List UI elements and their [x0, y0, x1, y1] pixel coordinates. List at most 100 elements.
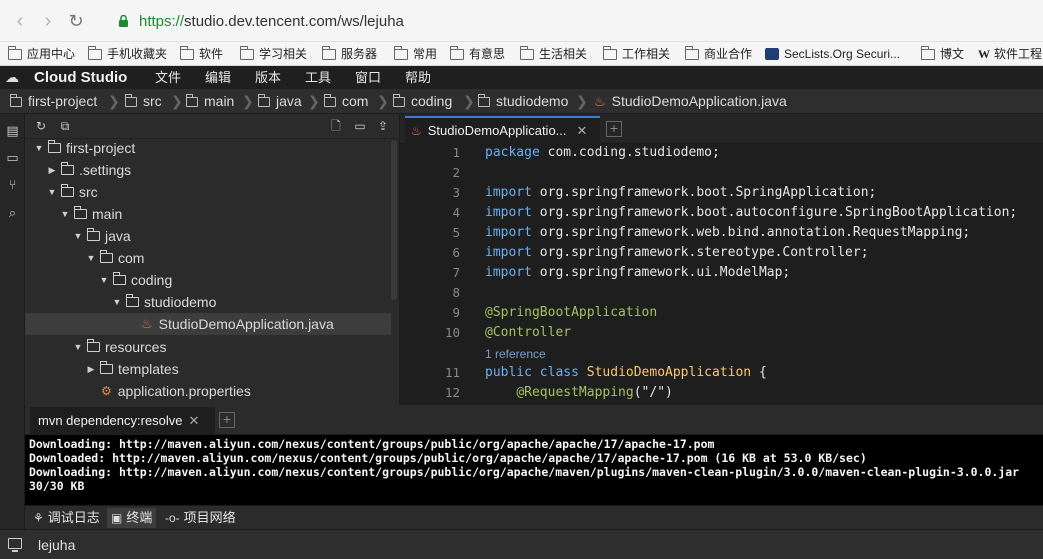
tab-studiodemoapplication[interactable]: ♨ StudioDemoApplicatio... ✕ — [405, 116, 600, 144]
bookmark-item[interactable]: 商业合作 — [685, 45, 752, 63]
folder-open-icon — [126, 294, 139, 307]
code-line[interactable]: package com.coding.studiodemo; — [485, 145, 720, 160]
tab-mvn-dependency-resolve[interactable]: mvn dependency:resolve ✕ — [30, 407, 215, 435]
code-line[interactable]: @RequestMapping("/") — [485, 385, 673, 400]
new-terminal-button[interactable]: + — [219, 412, 235, 428]
folder-icon — [520, 45, 534, 60]
line-number: 11 — [444, 365, 460, 380]
terminal-icon: ▣ — [111, 511, 123, 525]
folder-icon — [322, 45, 336, 60]
breadcrumb-item[interactable]: com — [324, 93, 368, 110]
refresh-icon[interactable]: ↻ — [34, 119, 48, 133]
collapse-all-icon[interactable]: ⧉ — [58, 119, 72, 133]
git-branch-icon[interactable]: ⑂ — [5, 177, 20, 192]
bookmark-item[interactable]: 常用 — [394, 45, 437, 63]
bookmark-item[interactable]: SecLists.Org Securi... — [765, 45, 900, 63]
bookmark-item[interactable]: W 软件工程 — [978, 45, 1042, 63]
menu-help[interactable]: 帮助 — [405, 69, 431, 86]
code-line[interactable]: @Controller — [485, 325, 571, 340]
folder-icon — [8, 45, 22, 60]
codelens-references[interactable]: 1 reference — [485, 347, 546, 361]
terminal-button[interactable]: ▣ 终端 — [107, 508, 157, 528]
line-number: 12 — [444, 385, 460, 400]
bookmark-item[interactable]: 有意思 — [450, 45, 505, 63]
breadcrumb-item[interactable]: main — [186, 93, 234, 110]
search-icon[interactable]: ⌕ — [5, 205, 20, 220]
code-line[interactable]: import org.springframework.boot.SpringAp… — [485, 185, 876, 200]
bookmark-item[interactable]: 生活相关 — [520, 45, 587, 63]
forward-icon[interactable]: › — [38, 11, 58, 31]
reload-icon[interactable]: ↻ — [66, 11, 86, 31]
bookmark-item[interactable]: 学习相关 — [240, 45, 307, 63]
code-line[interactable]: import org.springframework.stereotype.Co… — [485, 245, 869, 260]
folder-icon — [88, 45, 102, 60]
new-file-icon[interactable]: 🗋 — [329, 119, 343, 133]
menu-tools[interactable]: 工具 — [305, 69, 331, 86]
project-network-button[interactable]: -o- 项目网络 — [161, 508, 240, 528]
bookmark-item[interactable]: 工作相关 — [603, 45, 670, 63]
new-folder-icon[interactable]: ▭ — [353, 119, 367, 133]
network-icon: -o- — [165, 511, 180, 525]
lock-icon — [119, 15, 128, 27]
explorer-scrollbar[interactable] — [391, 140, 397, 300]
close-icon[interactable]: ✕ — [189, 413, 200, 428]
folder-icon — [393, 93, 405, 107]
tree-item-settings[interactable]: ▶ .settings — [46, 159, 131, 181]
tree-item-first-project[interactable]: ▼ first-project — [33, 137, 135, 159]
bookmark-item[interactable]: 应用中心 — [8, 45, 75, 63]
folder-open-icon — [48, 140, 61, 153]
breadcrumb-item[interactable]: src — [125, 93, 162, 110]
caret-right-icon: ▶ — [87, 364, 95, 374]
seclists-icon — [765, 48, 779, 60]
tree-item-com[interactable]: ▼ com — [85, 247, 144, 269]
code-line[interactable]: import org.springframework.ui.ModelMap; — [485, 265, 790, 280]
files-icon[interactable]: ▤ — [5, 123, 20, 138]
code-line[interactable]: @SpringBootApplication — [485, 305, 657, 320]
folder-open-icon — [61, 184, 74, 197]
breadcrumb-item[interactable]: coding — [393, 93, 452, 110]
tree-item-templates[interactable]: ▶ templates — [85, 358, 179, 380]
close-icon[interactable]: ✕ — [577, 119, 588, 143]
ide-menubar: ☁ Cloud Studio 文件 编辑 版本 工具 窗口 帮助 — [0, 66, 1043, 89]
caret-down-icon: ▼ — [112, 297, 122, 307]
debug-log-button[interactable]: ⚘ 调试日志 — [29, 508, 104, 528]
workspace-name[interactable]: lejuha — [38, 537, 75, 553]
code-line[interactable]: import org.springframework.boot.autoconf… — [485, 205, 1017, 220]
tree-item-src[interactable]: ▼ src — [46, 181, 98, 203]
bookmark-item[interactable]: 软件 — [180, 45, 223, 63]
folder-icon — [394, 45, 408, 60]
terminal-line: Downloaded: http://maven.aliyun.com/nexu… — [29, 451, 867, 465]
breadcrumb-item[interactable]: first-project — [10, 93, 97, 110]
tree-item-studiodemoapplication-java[interactable]: ♨ StudioDemoApplication.java — [25, 313, 391, 335]
line-number: 7 — [452, 265, 460, 280]
tree-item-application-properties[interactable]: ⚙ application.properties — [101, 380, 251, 402]
upload-icon[interactable]: ⇪ — [376, 119, 390, 133]
new-tab-button[interactable]: + — [606, 121, 622, 137]
caret-down-icon: ▼ — [86, 253, 96, 263]
breadcrumb-item[interactable]: java — [258, 93, 302, 110]
tree-item-resources[interactable]: ▼ resources — [72, 336, 166, 358]
menu-window[interactable]: 窗口 — [355, 69, 381, 86]
terminal-tab-label: mvn dependency:resolve — [38, 413, 183, 428]
folder-open-icon[interactable]: ▭ — [5, 150, 20, 165]
address-bar[interactable]: https://studio.dev.tencent.com/ws/lejuha — [139, 13, 404, 30]
tree-item-coding[interactable]: ▼ coding — [98, 269, 172, 291]
breadcrumb: first-project ❯ src ❯ main ❯ java ❯ com … — [0, 89, 1043, 114]
breadcrumb-item[interactable]: studiodemo — [478, 93, 568, 110]
menu-version[interactable]: 版本 — [255, 69, 281, 86]
tree-item-studiodemo[interactable]: ▼ studiodemo — [111, 291, 216, 313]
bookmark-item[interactable]: 服务器 — [322, 45, 377, 63]
menu-file[interactable]: 文件 — [155, 69, 181, 86]
code-line[interactable]: public class StudioDemoApplication { — [485, 365, 767, 380]
breadcrumb-item[interactable]: ♨ StudioDemoApplication.java — [594, 93, 787, 110]
menu-edit[interactable]: 编辑 — [205, 69, 231, 86]
caret-down-icon: ▼ — [73, 342, 83, 352]
bookmark-item[interactable]: 手机收藏夹 — [88, 45, 167, 63]
back-icon[interactable]: ‹ — [10, 11, 30, 31]
chevron-right-icon: ❯ — [171, 93, 183, 109]
tree-item-java[interactable]: ▼ java — [72, 225, 131, 247]
code-line[interactable]: import org.springframework.web.bind.anno… — [485, 225, 970, 240]
tree-item-main[interactable]: ▼ main — [59, 203, 122, 225]
caret-down-icon: ▼ — [73, 231, 83, 241]
bookmark-item[interactable]: 博文 — [921, 45, 964, 63]
